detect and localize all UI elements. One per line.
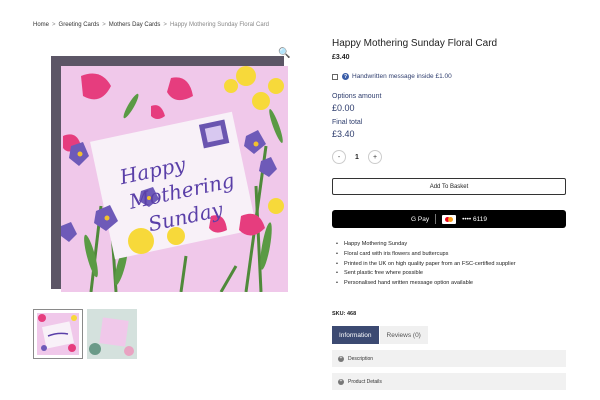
card-last4: •••• 6119: [462, 215, 487, 223]
thumbnail-card-lifestyle-image: [87, 309, 137, 359]
product-sku: SKU: 468: [332, 311, 357, 317]
add-to-basket-button[interactable]: Add To Basket: [332, 178, 566, 195]
gpay-divider: [435, 214, 437, 224]
breadcrumb-separator: >: [163, 22, 167, 28]
thumbnail-strip: [33, 309, 143, 359]
breadcrumb-current: Happy Mothering Sunday Floral Card: [169, 22, 269, 28]
accordion-description-label: Description: [348, 355, 374, 362]
tab-information[interactable]: Information: [332, 326, 379, 344]
product-main-image[interactable]: Happy Mothering Sunday: [61, 66, 288, 292]
plus-icon: +: [338, 378, 344, 385]
breadcrumb-greeting-cards[interactable]: Greeting Cards: [59, 22, 100, 28]
final-total-value: £3.40: [332, 129, 355, 139]
quantity-increase-button[interactable]: +: [368, 150, 382, 164]
handwritten-option-label: Handwritten message inside £1.00: [352, 73, 452, 80]
quantity-input[interactable]: 1: [346, 154, 368, 161]
quantity-decrease-button[interactable]: -: [332, 150, 346, 164]
list-item: Happy Mothering Sunday: [336, 241, 516, 247]
list-item: Personalised hand written message option…: [336, 280, 516, 286]
thumbnail-card-front-image: [37, 313, 79, 355]
mastercard-icon: [442, 214, 457, 224]
accordion-product-details-label: Product Details: [348, 378, 382, 385]
quantity-stepper: - 1 +: [332, 150, 382, 164]
thumbnail-card-front[interactable]: [33, 309, 83, 359]
breadcrumb-separator: >: [52, 22, 56, 28]
list-item: Sent plastic free where possible: [336, 270, 516, 276]
breadcrumb-home[interactable]: Home: [33, 22, 49, 28]
accordion-description[interactable]: + Description: [332, 350, 566, 367]
google-pay-button[interactable]: G Pay •••• 6119: [332, 210, 566, 228]
product-title: Happy Mothering Sunday Floral Card: [332, 38, 498, 49]
list-item: Floral card with iris flowers and butter…: [336, 251, 516, 257]
handwritten-checkbox[interactable]: [332, 73, 338, 80]
plus-icon: +: [338, 355, 344, 362]
product-gallery: Happy Mothering Sunday 🔍: [33, 44, 301, 302]
card-artwork: Happy Mothering Sunday: [61, 66, 284, 292]
tab-reviews[interactable]: Reviews (0): [379, 326, 428, 344]
product-tabs: Information Reviews (0): [332, 326, 428, 344]
zoom-icon[interactable]: 🔍: [278, 48, 290, 59]
options-amount-value: £0.00: [332, 103, 355, 113]
thumbnail-card-lifestyle[interactable]: [87, 309, 137, 359]
accordion-product-details[interactable]: + Product Details: [332, 373, 566, 390]
product-price: £3.40: [332, 54, 350, 61]
help-icon[interactable]: ?: [342, 73, 349, 80]
final-total-label: Final total: [332, 119, 363, 126]
breadcrumb: Home > Greeting Cards > Mothers Day Cards > Ha…: [33, 22, 269, 28]
list-item: Printed in the UK on high quality paper …: [336, 261, 516, 267]
gpay-label: G Pay: [411, 215, 430, 223]
handwritten-option[interactable]: ? Handwritten message inside £1.00: [332, 73, 452, 80]
breadcrumb-separator: >: [102, 22, 106, 28]
product-features-list: Happy Mothering Sunday Floral card with …: [336, 241, 516, 290]
breadcrumb-mothers-day-cards[interactable]: Mothers Day Cards: [109, 22, 161, 28]
options-amount-label: Options amount: [332, 93, 382, 100]
